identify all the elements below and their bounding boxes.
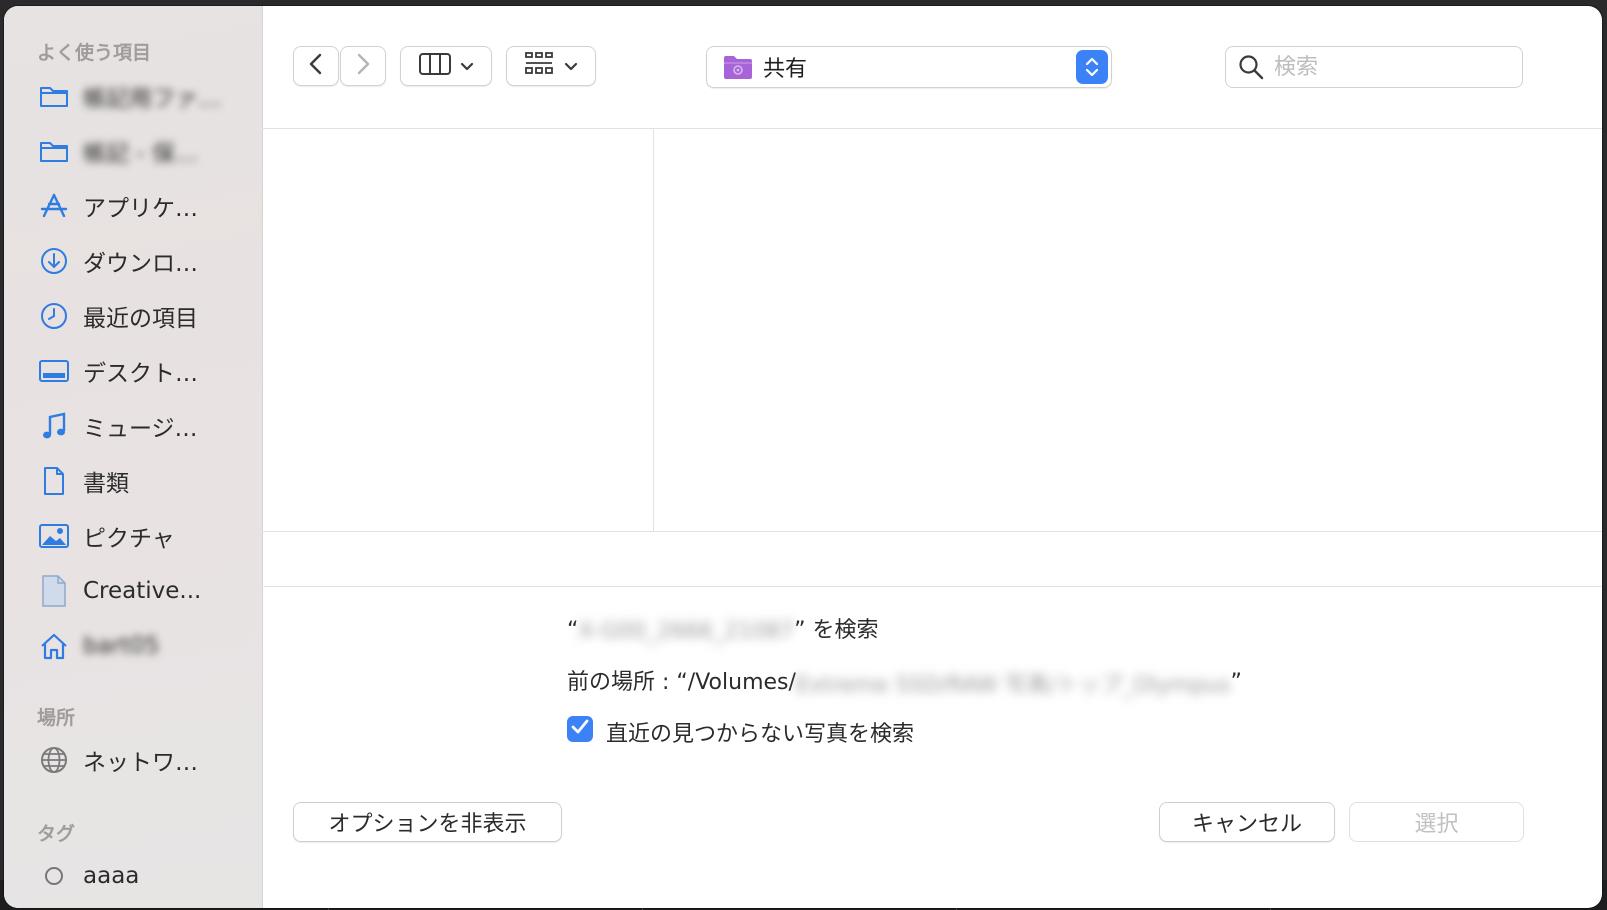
sidebar-item-label: 帳記 - 保… <box>83 141 198 167</box>
chevron-right-icon <box>355 53 371 79</box>
search-for-text: “X-G00_2666_21087” を検索 <box>567 618 879 644</box>
sidebar-item-label: ダウンロ… <box>83 251 198 277</box>
sidebar-item-label: ピクチャ <box>83 526 175 552</box>
group-by-button[interactable] <box>506 46 596 86</box>
chevron-down-icon <box>460 57 474 76</box>
sidebar-item-downloads[interactable]: ダウンロ… <box>37 241 247 281</box>
hide-options-button[interactable]: オプションを非表示 <box>293 802 562 842</box>
cancel-button[interactable]: キャンセル <box>1159 802 1335 842</box>
applications-icon <box>37 189 71 223</box>
browser-bottom-divider <box>262 531 1602 532</box>
home-icon <box>37 629 71 663</box>
favorites-header: よく使う項目 <box>37 42 152 64</box>
folder-icon <box>37 134 71 168</box>
folder-icon <box>37 79 71 113</box>
sidebar-item-label: aaaa <box>83 863 140 889</box>
sidebar-item-music[interactable]: ミュージ… <box>37 406 247 446</box>
sidebar-item-label: 帳記用ファ… <box>83 86 221 112</box>
sidebar-item-label: bart05 <box>83 633 160 659</box>
column-view-icon <box>418 52 452 80</box>
tags-header: タグ <box>37 823 76 845</box>
location-label: 共有 <box>763 57 808 82</box>
sidebar-item-network[interactable]: ネットワ… <box>37 740 247 780</box>
sidebar-item-label: アプリケ… <box>83 196 198 222</box>
globe-icon <box>37 743 71 777</box>
options-divider <box>262 586 1602 587</box>
sidebar-item-label: Creative... <box>83 578 202 604</box>
location-popup[interactable]: 共有 <box>706 46 1112 88</box>
column-divider <box>653 129 654 532</box>
search-icon <box>1238 54 1264 80</box>
tag-circle-icon <box>37 859 71 893</box>
search-recent-checkbox[interactable] <box>567 716 593 742</box>
chevron-left-icon <box>308 53 324 79</box>
popup-stepper-icon <box>1076 50 1108 84</box>
sidebar-item-folder-1[interactable]: 帳記用ファ… <box>37 76 247 116</box>
checkmark-icon <box>571 719 589 739</box>
sidebar-item-documents[interactable]: 書類 <box>37 461 247 501</box>
back-button[interactable] <box>293 46 339 86</box>
sidebar-item-applications[interactable]: アプリケ… <box>37 186 247 226</box>
sidebar-item-creative[interactable]: Creative... <box>37 571 247 611</box>
download-icon <box>37 244 71 278</box>
toolbar-divider <box>262 128 1602 129</box>
sidebar-item-recents[interactable]: 最近の項目 <box>37 296 247 336</box>
sidebar-item-folder-2[interactable]: 帳記 - 保… <box>37 131 247 171</box>
shared-folder-icon <box>723 54 753 80</box>
search-input[interactable] <box>1272 53 1496 81</box>
grid-icon <box>524 51 554 81</box>
pictures-icon <box>37 519 71 553</box>
blurred-path: Extreme SSD/RAW 写真/トップ_Olympus <box>795 673 1231 698</box>
sidebar-item-home[interactable]: bart05 <box>37 626 247 666</box>
clock-icon <box>37 299 71 333</box>
blurred-filename: X-G00_2666_21087 <box>578 618 795 644</box>
sidebar-item-desktop[interactable]: デスクト… <box>37 351 247 391</box>
open-file-dialog: よく使う項目 帳記用ファ… 帳記 - 保… アプリケ… ダウンロ… 最近の項目 … <box>4 6 1602 908</box>
chevron-down-icon <box>564 57 578 76</box>
sidebar-item-label: ミュージ… <box>83 416 198 442</box>
previous-location-text: 前の場所 : “/Volumes/Extreme SSD/RAW 写真/トップ_… <box>567 664 1242 699</box>
forward-button[interactable] <box>340 46 386 86</box>
sidebar: よく使う項目 帳記用ファ… 帳記 - 保… アプリケ… ダウンロ… 最近の項目 … <box>4 6 263 908</box>
sidebar-item-label: ネットワ… <box>83 750 198 776</box>
view-mode-button[interactable] <box>400 46 492 86</box>
sidebar-item-pictures[interactable]: ピクチャ <box>37 516 247 556</box>
search-field[interactable] <box>1225 46 1523 88</box>
checkbox-label[interactable]: 直近の見つからない写真を検索 <box>606 716 914 748</box>
sidebar-item-label: デスクト… <box>83 361 198 387</box>
select-button[interactable]: 選択 <box>1349 802 1524 842</box>
sidebar-item-tag[interactable]: aaaa <box>37 856 247 896</box>
desktop-icon <box>37 354 71 388</box>
music-icon <box>37 409 71 443</box>
sidebar-item-label: 最近の項目 <box>83 306 198 332</box>
file-icon <box>37 574 71 608</box>
places-header: 場所 <box>37 707 76 729</box>
document-icon <box>37 464 71 498</box>
sidebar-item-label: 書類 <box>83 471 129 497</box>
